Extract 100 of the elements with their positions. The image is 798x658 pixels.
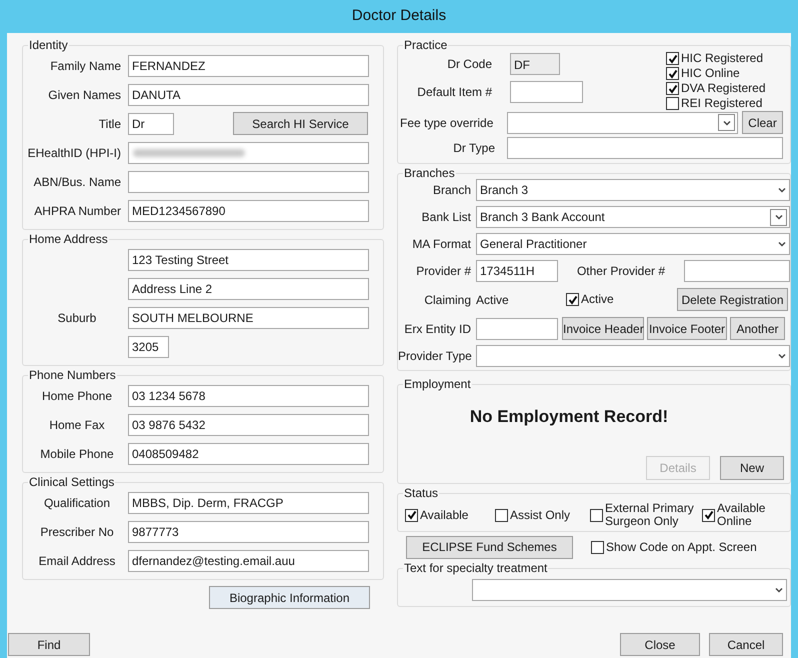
field-label: Home Fax (49, 418, 105, 432)
text-field[interactable] (510, 81, 583, 103)
checkbox[interactable] (566, 293, 579, 306)
checkbox-label: HIC Registered (681, 52, 764, 65)
checkbox[interactable] (666, 97, 679, 110)
button[interactable]: Close (620, 633, 700, 656)
dropdown[interactable]: General Practitioner (476, 233, 790, 255)
field-label: Suburb (58, 310, 96, 324)
group-title: Home Address (28, 233, 109, 245)
button[interactable]: Clear (742, 111, 783, 134)
text-field[interactable]: 1734511H (476, 260, 558, 282)
checkbox-label: DVA Registered (681, 82, 766, 95)
group-title: Phone Numbers (28, 369, 117, 381)
text-field[interactable]: 03 1234 5678 (128, 384, 369, 406)
button[interactable]: Invoice Footer (647, 317, 727, 340)
button[interactable]: Delete Registration (677, 288, 788, 311)
field-label: Bank List (420, 209, 471, 226)
check-icon (406, 510, 416, 520)
checkbox-label: HIC Online (681, 67, 740, 80)
group-title: Identity (28, 39, 69, 51)
field-label: EHealthID (HPI-I) (28, 146, 121, 160)
button[interactable]: Search HI Service (233, 112, 368, 135)
text-field[interactable]: Address Line 2 (128, 278, 369, 300)
checkbox[interactable] (495, 508, 508, 522)
text-field[interactable]: 123 Testing Street (128, 248, 369, 270)
text-field[interactable]: DANUTA (128, 84, 369, 106)
text-field[interactable] (684, 260, 790, 282)
checkbox[interactable] (666, 52, 679, 65)
checkbox-label: External Primary Surgeon Only (605, 502, 695, 528)
group-title: Text for specialty treatment (403, 562, 548, 574)
text-field[interactable]: dfernandez@testing.email.auu (128, 550, 369, 572)
text-field[interactable]: 03 9876 5432 (128, 414, 369, 436)
checkbox[interactable] (590, 508, 603, 522)
field-label: Provider Type (398, 348, 471, 365)
field-label: Title (98, 116, 121, 130)
field-label: AHPRA Number (34, 204, 121, 218)
text-field[interactable]: FERNANDEZ (128, 54, 369, 76)
checkbox-label: Assist Only (510, 508, 572, 522)
button[interactable]: ECLIPSE Fund Schemes (406, 536, 573, 558)
button[interactable]: New (720, 456, 784, 480)
dropdown[interactable]: Branch 3 (476, 179, 790, 201)
field-label: Given Names (48, 88, 121, 102)
field-label: Family Name (50, 58, 121, 72)
chevron-down-icon (774, 585, 784, 595)
chevron-down-icon (777, 351, 787, 361)
text-field[interactable]: 0408509482 (128, 442, 369, 464)
button[interactable]: Cancel (709, 633, 783, 656)
button[interactable]: Biographic Information (209, 586, 370, 609)
group-title: Clinical Settings (28, 476, 116, 488)
field-label: Dr Code (446, 56, 492, 73)
dropdown[interactable]: Branch 3 Bank Account (476, 206, 790, 228)
empty-message: No Employment Record! (470, 406, 668, 428)
field-label: Provider # (415, 263, 471, 280)
field-label: Branch (432, 182, 471, 199)
field-label: MA Format (411, 236, 471, 253)
group-title: Branches (403, 167, 456, 179)
checkbox-label: Active (581, 293, 614, 306)
field-label: Home Phone (42, 388, 112, 402)
field-label: Dr Type (452, 140, 495, 157)
check-icon (568, 294, 578, 304)
text-field[interactable]: MBBS, Dip. Derm, FRACGP (128, 492, 369, 514)
text-field[interactable] (128, 170, 369, 192)
checkbox[interactable] (405, 508, 418, 522)
field-label: ABN/Bus. Name (34, 174, 121, 188)
chevron-down-icon (777, 239, 787, 249)
field-label: Claiming (423, 292, 471, 308)
checkbox[interactable] (666, 67, 679, 80)
read-only-field[interactable]: DF (510, 53, 560, 75)
checkbox-label: REI Registered (681, 97, 762, 110)
checkbox-label: Available Online (717, 502, 766, 528)
field-label: Default Item # (416, 84, 492, 101)
text-field[interactable] (476, 318, 558, 340)
group-title: Employment (403, 378, 472, 390)
field-label: Erx Entity ID (403, 320, 471, 338)
button[interactable]: Invoice Header (562, 317, 644, 340)
checkbox-label: Show Code on Appt. Screen (606, 540, 757, 554)
text-field[interactable]: Dr (128, 112, 174, 134)
text-field[interactable]: SOUTH MELBOURNE (128, 306, 369, 328)
group-title: Practice (403, 39, 448, 51)
checkbox-label: Available (420, 508, 470, 522)
text-field[interactable]: MED1234567890 (128, 200, 369, 222)
checkbox[interactable] (666, 82, 679, 95)
window-title: Doctor Details (350, 6, 448, 26)
chevron-down-icon (777, 185, 787, 195)
text-field[interactable]: 3205 (128, 336, 169, 358)
status-text: Active (476, 292, 510, 308)
text-field[interactable]: 9877773 (128, 520, 369, 542)
checkbox[interactable] (702, 508, 715, 522)
field-label: Fee type override (399, 114, 494, 132)
group-title: Status (403, 487, 440, 499)
field-label: Email Address (38, 554, 116, 568)
check-icon (704, 510, 714, 520)
field-label: Mobile Phone (40, 446, 114, 460)
chevron-down-icon (774, 212, 784, 222)
field-label: Other Provider # (576, 263, 666, 280)
button[interactable]: Find (8, 633, 90, 656)
text-field[interactable] (128, 142, 369, 164)
button[interactable]: Another (730, 317, 785, 340)
checkbox[interactable] (591, 540, 604, 554)
text-field[interactable] (507, 137, 783, 159)
